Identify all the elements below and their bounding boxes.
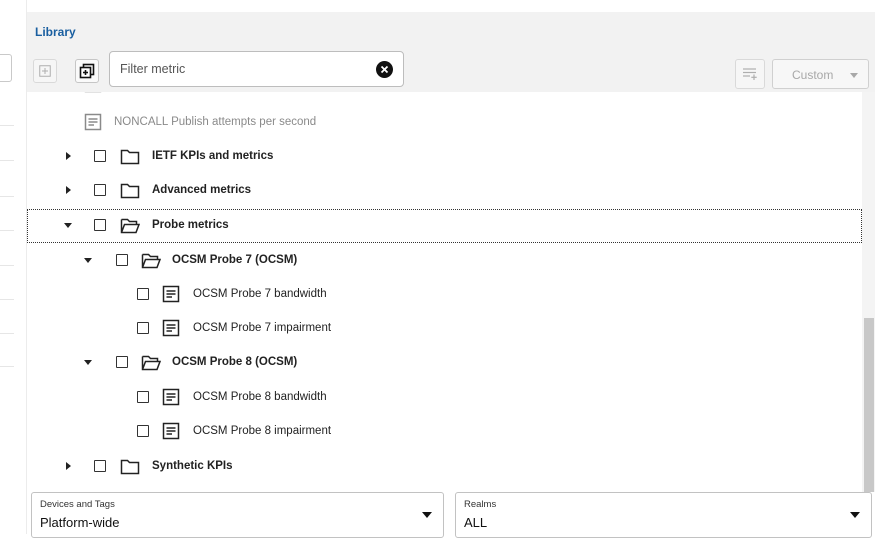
tree-item-ocsm-probe-7-bandwidth[interactable]: OCSM Probe 7 bandwidth (27, 278, 862, 312)
metric-tree: NONCALL Publish attempts per second IETF… (27, 92, 875, 499)
expand-arrow-icon[interactable] (66, 152, 71, 160)
tree-folder-synthetic-kpis[interactable]: Synthetic KPIs (27, 450, 862, 484)
tree-item-ocsm-probe-8-bandwidth[interactable]: OCSM Probe 8 bandwidth (27, 381, 862, 415)
tree-folder-ietf-kpis[interactable]: IETF KPIs and metrics (27, 140, 862, 174)
tree-item-label: OCSM Probe 7 impairment (193, 322, 332, 334)
library-header: Library (27, 12, 875, 48)
custom-dropdown[interactable]: Custom (772, 59, 869, 89)
filter-metric-field[interactable] (109, 51, 404, 87)
clear-icon[interactable] (376, 61, 393, 78)
divider (0, 366, 14, 367)
tree-item-label: NONCALL Publish attempts per second (114, 116, 317, 128)
folder-icon (120, 457, 140, 475)
folder-icon (120, 147, 140, 165)
folder-open-icon (141, 251, 161, 269)
tree-checkbox[interactable] (116, 254, 128, 266)
divider (0, 299, 14, 300)
expand-all-button[interactable] (75, 59, 99, 83)
adjacent-panel-edge (0, 0, 27, 534)
metric-document-icon (84, 113, 102, 131)
tree-checkbox[interactable] (137, 425, 149, 437)
library-panel: Library Filter metric Custom NONCALL Pub… (27, 12, 875, 546)
folder-icon (120, 181, 140, 199)
tree-folder-ocsm-probe-8[interactable]: OCSM Probe 8 (OCSM) (27, 346, 862, 380)
collapse-arrow-icon[interactable] (64, 223, 72, 228)
folder-open-icon (120, 216, 140, 234)
divider (0, 230, 14, 231)
add-button[interactable] (33, 59, 57, 83)
plus-square-icon (39, 65, 51, 77)
metric-document-icon (162, 319, 180, 337)
realms-caption: Realms (464, 499, 497, 510)
tree-checkbox[interactable] (94, 184, 106, 196)
tree-item-label: OCSM Probe 7 (OCSM) (172, 254, 298, 266)
metric-document-icon (84, 92, 102, 93)
tree-item-label: OCSM Probe 8 (OCSM) (172, 356, 298, 368)
tree-item-noncall-publish-attempts[interactable]: NONCALL Publish attempts per second (27, 106, 862, 140)
tree-checkbox[interactable] (137, 322, 149, 334)
tree-item-label: OCSM Probe 8 bandwidth (193, 391, 327, 403)
library-toolbar: Custom (27, 48, 875, 92)
add-list-button[interactable] (735, 59, 765, 89)
devices-and-tags-select[interactable]: Devices and Tags Platform-wide (31, 492, 444, 538)
tree-folder-probe-metrics[interactable]: Probe metrics (27, 209, 862, 243)
chevron-down-icon (422, 512, 432, 518)
tree-item-partial[interactable] (27, 92, 862, 102)
tree-item-label: Synthetic KPIs (152, 460, 233, 472)
devices-caption: Devices and Tags (40, 499, 115, 510)
expand-arrow-icon[interactable] (66, 186, 71, 194)
divider (0, 196, 14, 197)
tree-checkbox[interactable] (116, 356, 128, 368)
tree-item-label: OCSM Probe 7 bandwidth (193, 288, 327, 300)
filter-selectors: Devices and Tags Platform-wide Realms AL… (27, 492, 875, 546)
adjacent-panel-control[interactable] (0, 54, 12, 82)
tree-item-label: OCSM Probe 8 impairment (193, 425, 332, 437)
metric-document-icon (162, 422, 180, 440)
chevron-down-icon (850, 73, 858, 78)
tree-checkbox[interactable] (94, 150, 106, 162)
add-list-icon (743, 68, 757, 80)
expand-all-icon (79, 63, 95, 79)
custom-dropdown-label: Custom (792, 68, 834, 82)
filter-metric-input[interactable] (118, 59, 368, 79)
collapse-arrow-icon[interactable] (84, 360, 92, 365)
tree-folder-ocsm-probe-7[interactable]: OCSM Probe 7 (OCSM) (27, 244, 862, 278)
devices-value: Platform-wide (40, 515, 120, 530)
tree-checkbox[interactable] (94, 219, 106, 231)
expand-arrow-icon[interactable] (66, 462, 71, 470)
tree-checkbox[interactable] (137, 288, 149, 300)
divider (0, 160, 14, 161)
realms-select[interactable]: Realms ALL (455, 492, 872, 538)
metric-document-icon (162, 285, 180, 303)
folder-open-icon (141, 353, 161, 371)
divider (0, 125, 14, 126)
collapse-arrow-icon[interactable] (84, 258, 92, 263)
metric-document-icon (162, 388, 180, 406)
realms-value: ALL (464, 515, 488, 530)
tree-scrollbar[interactable] (862, 92, 875, 499)
chevron-down-icon (850, 512, 860, 518)
tree-item-label: Advanced metrics (152, 184, 252, 196)
scrollbar-thumb[interactable] (864, 318, 874, 498)
tree-item-ocsm-probe-8-impairment[interactable]: OCSM Probe 8 impairment (27, 415, 862, 449)
tree-folder-advanced-metrics[interactable]: Advanced metrics (27, 174, 862, 208)
tree-checkbox[interactable] (137, 391, 149, 403)
library-title: Library (35, 25, 76, 39)
divider (0, 265, 14, 266)
tree-checkbox[interactable] (94, 460, 106, 472)
tree-item-label: IETF KPIs and metrics (152, 150, 274, 162)
divider (0, 333, 14, 334)
tree-item-ocsm-probe-7-impairment[interactable]: OCSM Probe 7 impairment (27, 312, 862, 346)
tree-item-label: Probe metrics (152, 219, 229, 231)
